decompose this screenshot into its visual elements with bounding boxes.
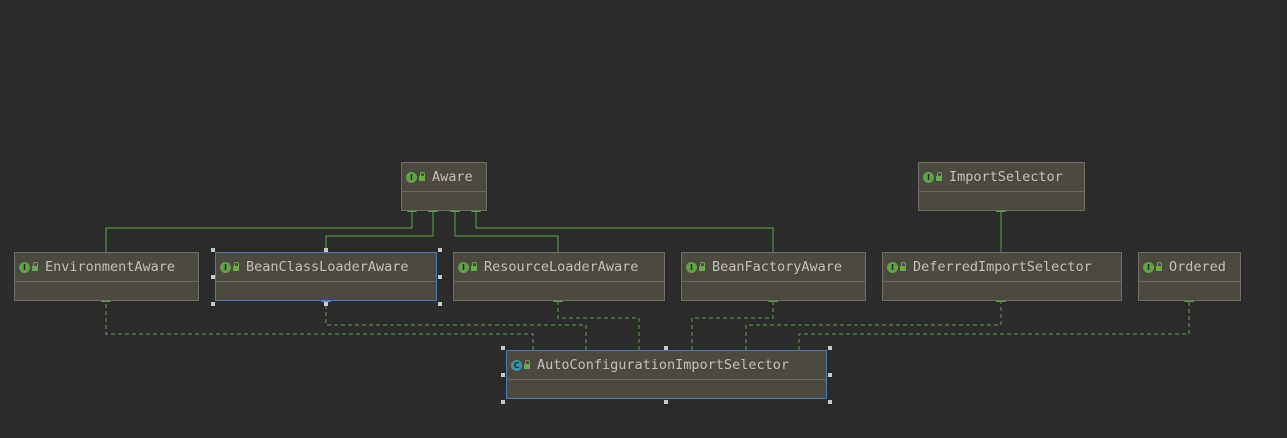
selection-handle[interactable] bbox=[324, 248, 328, 252]
edge-autoconfig-deferredimportselector bbox=[745, 293, 1006, 350]
node-label: EnvironmentAware bbox=[45, 259, 176, 275]
edge-autoconfig-beanfactoryaware bbox=[691, 293, 778, 350]
public-lock-icon bbox=[1156, 262, 1162, 271]
public-lock-icon bbox=[32, 262, 38, 271]
public-lock-icon bbox=[900, 262, 906, 271]
selection-handle[interactable] bbox=[501, 400, 505, 404]
selection-handle[interactable] bbox=[501, 373, 505, 377]
selection-handle[interactable] bbox=[828, 346, 832, 350]
node-deferredimportselector[interactable]: I DeferredImportSelector bbox=[882, 252, 1122, 301]
edge-resourceloaderaware-aware bbox=[450, 203, 559, 252]
selection-handle[interactable] bbox=[828, 400, 832, 404]
selection-handle[interactable] bbox=[664, 346, 668, 350]
edge-autoconfig-beanclassloaderaware bbox=[321, 293, 587, 350]
public-lock-icon bbox=[471, 262, 477, 271]
node-autoconfigurationimportselector[interactable]: C AutoConfigurationImportSelector bbox=[506, 350, 827, 399]
node-ordered[interactable]: I Ordered bbox=[1138, 252, 1241, 301]
edge-beanfactoryaware-aware bbox=[471, 203, 774, 252]
selection-handle[interactable] bbox=[211, 248, 215, 252]
selection-handle[interactable] bbox=[664, 400, 668, 404]
edge-environmentaware-aware bbox=[105, 203, 417, 252]
node-label: ResourceLoaderAware bbox=[484, 259, 639, 275]
interface-icon: I bbox=[686, 261, 697, 273]
node-beanclassloaderaware[interactable]: I BeanClassLoaderAware bbox=[215, 252, 437, 301]
edge-autoconfig-resourceloaderaware bbox=[553, 293, 640, 350]
node-label: Ordered bbox=[1169, 259, 1226, 275]
interface-icon: I bbox=[220, 261, 231, 273]
node-label: BeanFactoryAware bbox=[712, 259, 843, 275]
selection-handle[interactable] bbox=[211, 302, 215, 306]
selection-handle[interactable] bbox=[501, 346, 505, 350]
selection-handle[interactable] bbox=[211, 275, 215, 279]
node-label: AutoConfigurationImportSelector bbox=[537, 357, 789, 373]
selection-handle[interactable] bbox=[828, 373, 832, 377]
interface-icon: I bbox=[1143, 261, 1154, 273]
public-lock-icon bbox=[419, 172, 425, 181]
edge-autoconfig-environmentaware bbox=[101, 293, 534, 350]
interface-icon: I bbox=[458, 261, 469, 273]
selection-handle[interactable] bbox=[438, 275, 442, 279]
node-label: DeferredImportSelector bbox=[913, 259, 1092, 275]
selection-handle[interactable] bbox=[324, 302, 328, 306]
edge-autoconfig-ordered bbox=[798, 293, 1194, 350]
node-label: Aware bbox=[432, 169, 473, 185]
interface-icon: I bbox=[923, 171, 934, 183]
node-label: ImportSelector bbox=[949, 169, 1063, 185]
public-lock-icon bbox=[936, 172, 942, 181]
node-label: BeanClassLoaderAware bbox=[246, 259, 409, 275]
public-lock-icon bbox=[233, 262, 239, 271]
public-lock-icon bbox=[699, 262, 705, 271]
node-resourceloaderaware[interactable]: I ResourceLoaderAware bbox=[453, 252, 665, 301]
node-importselector[interactable]: I ImportSelector bbox=[918, 162, 1085, 211]
public-lock-icon bbox=[524, 360, 530, 369]
node-environmentaware[interactable]: I EnvironmentAware bbox=[14, 252, 199, 301]
class-icon: C bbox=[511, 359, 522, 371]
node-aware[interactable]: I Aware bbox=[401, 162, 487, 211]
interface-icon: I bbox=[19, 261, 30, 273]
node-beanfactoryaware[interactable]: I BeanFactoryAware bbox=[681, 252, 866, 301]
edge-beanclassloaderaware-aware bbox=[325, 203, 438, 252]
selection-handle[interactable] bbox=[438, 248, 442, 252]
interface-icon: I bbox=[406, 171, 417, 183]
interface-icon: I bbox=[887, 261, 898, 273]
selection-handle[interactable] bbox=[438, 302, 442, 306]
